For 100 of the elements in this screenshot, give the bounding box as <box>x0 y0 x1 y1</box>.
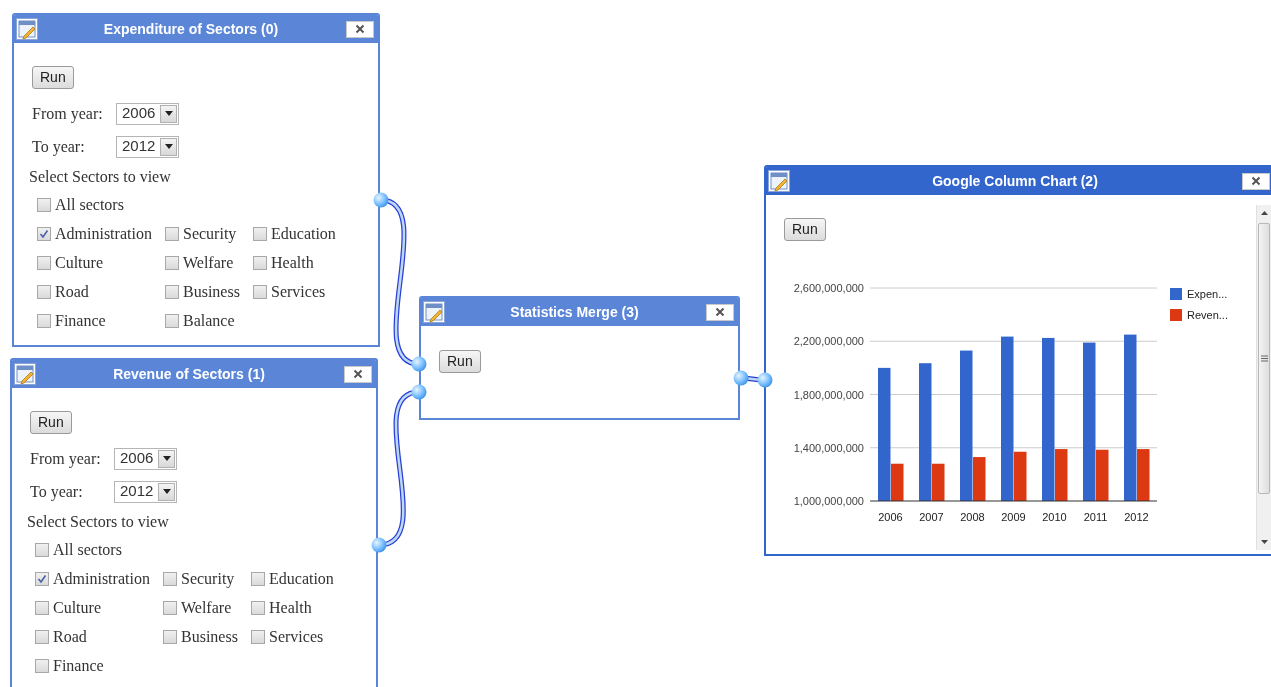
window-title: Google Column Chart (2) <box>931 171 1099 191</box>
checkbox-label: Security <box>183 223 237 245</box>
section-heading: Select Sectors to view <box>29 167 172 187</box>
select-field[interactable]: 2012 <box>114 480 178 503</box>
window-pencil-icon <box>14 363 36 385</box>
run-button[interactable]: Run <box>30 411 72 434</box>
title-bar[interactable]: Google Column Chart (2) <box>766 167 1271 195</box>
checkbox[interactable] <box>35 542 49 557</box>
checkbox[interactable] <box>35 658 49 673</box>
checkbox[interactable] <box>37 313 51 328</box>
checkbox[interactable] <box>37 284 51 299</box>
title-bar[interactable]: Expenditure of Sectors (0) <box>14 15 378 43</box>
checkbox[interactable] <box>253 284 267 299</box>
select-field[interactable]: 2006 <box>116 102 180 125</box>
window-title: Expenditure of Sectors (0) <box>102 19 280 39</box>
checkbox[interactable] <box>35 600 49 615</box>
caret-icon <box>162 489 171 494</box>
node-window[interactable]: Statistics Merge (3) Run <box>419 296 740 420</box>
checkbox-label: Health <box>271 252 314 273</box>
select-field[interactable]: 2012 <box>116 135 180 158</box>
checkbox-label: Business <box>181 626 238 647</box>
close-icon <box>1251 176 1261 186</box>
window-pencil-icon <box>423 301 445 323</box>
checkbox[interactable] <box>35 629 49 644</box>
title-bar[interactable]: Statistics Merge (3) <box>421 298 738 326</box>
axis-label: 2009 <box>1001 511 1026 523</box>
caret-icon <box>164 144 173 149</box>
checkbox-label: Administration <box>53 568 150 589</box>
checkbox-label: Services <box>269 626 324 647</box>
title-bar[interactable]: Revenue of Sectors (1) <box>12 360 376 388</box>
checkbox-label: Road <box>55 281 89 302</box>
checkbox-label: Education <box>271 223 336 244</box>
scrollbar[interactable] <box>1256 205 1271 550</box>
field-label: To year: <box>32 136 86 158</box>
checkbox-label: Health <box>269 597 312 618</box>
checkbox[interactable] <box>37 255 51 270</box>
axis-label: 2,200,000,000 <box>793 335 864 348</box>
checkbox[interactable] <box>163 600 177 615</box>
run-button[interactable]: Run <box>32 66 74 89</box>
close-button[interactable] <box>346 20 374 38</box>
checkbox-label: Balance <box>183 310 235 331</box>
axis-label: 2,600,000,000 <box>793 282 864 294</box>
checkbox[interactable] <box>165 226 179 241</box>
window-title: Revenue of Sectors (1) <box>112 364 266 384</box>
node-window[interactable]: Google Column Chart (2) Run 1,000,000,000 1,400,000,000 1,800,000,000 2,200,000,000 2,600,000,000 2006 2007 2008 2009 2010 2011 2012 Expen... Reven... <box>764 165 1271 556</box>
node-window[interactable]: Revenue of Sectors (1) Run From year: 2006 To year: 2012 Select Sectors to view All sectors Administration Security Education Culture Welfare Health Road Business Services Finance <box>10 358 378 687</box>
checkbox[interactable] <box>251 600 265 615</box>
field-label: From year: <box>32 103 104 125</box>
window-pencil-icon <box>16 18 38 40</box>
checkbox-label: Culture <box>55 252 103 273</box>
checkbox-label: Culture <box>53 597 101 618</box>
checkbox-label: Welfare <box>183 252 234 273</box>
checkbox-label: Finance <box>55 310 106 331</box>
checkbox-label: Road <box>53 626 87 647</box>
legend-swatch <box>1170 288 1182 300</box>
checkbox-label: Welfare <box>181 597 232 618</box>
axis-label: 1,400,000,000 <box>793 441 864 454</box>
checkbox[interactable] <box>165 313 179 328</box>
close-icon <box>353 369 363 379</box>
close-icon <box>715 307 725 317</box>
close-button[interactable] <box>344 365 372 383</box>
checkbox[interactable] <box>165 255 179 270</box>
select-field[interactable]: 2006 <box>114 447 178 470</box>
checkbox-label: Finance <box>53 655 104 676</box>
checkbox[interactable] <box>251 629 265 644</box>
checkbox[interactable] <box>163 571 177 586</box>
run-button[interactable]: Run <box>439 350 481 373</box>
legend-swatch <box>1170 309 1182 321</box>
caret-icon <box>162 456 171 461</box>
checkbox-label: Business <box>183 281 240 302</box>
field-label: From year: <box>30 448 102 470</box>
checkbox[interactable] <box>251 571 265 586</box>
caret-icon <box>164 111 173 116</box>
checkbox[interactable] <box>253 255 267 270</box>
scrollbar-thumb[interactable] <box>1258 223 1270 494</box>
axis-label: 2011 <box>1083 511 1108 523</box>
close-button[interactable] <box>706 303 734 321</box>
checkbox[interactable] <box>253 226 267 241</box>
field-label: To year: <box>30 481 84 503</box>
checkbox-label: Education <box>269 568 334 589</box>
checkbox-label: All sectors <box>55 194 124 215</box>
checkbox[interactable] <box>37 226 51 241</box>
checkbox[interactable] <box>37 197 51 212</box>
axis-label: 1,000,000,000 <box>793 495 864 507</box>
checkbox-label: Administration <box>55 223 152 244</box>
window-title: Statistics Merge (3) <box>509 302 640 322</box>
close-button[interactable] <box>1242 172 1270 190</box>
checkbox[interactable] <box>165 284 179 299</box>
checkbox-label: Security <box>181 568 235 590</box>
axis-label: 2007 <box>919 511 944 523</box>
axis-label: 2006 <box>878 511 903 523</box>
checkbox-label: All sectors <box>53 539 122 560</box>
axis-label: 2008 <box>960 511 985 523</box>
checkbox[interactable] <box>163 629 177 644</box>
node-window[interactable]: Expenditure of Sectors (0) Run From year: 2006 To year: 2012 Select Sectors to view All sectors Administration Security Education Culture Welfare Health Road Business Services Finance Balance <box>12 13 380 347</box>
axis-label: 2010 <box>1042 511 1067 523</box>
window-pencil-icon <box>768 170 790 192</box>
run-button[interactable]: Run <box>784 218 826 241</box>
checkbox[interactable] <box>35 571 49 586</box>
legend-label: Reven... <box>1187 309 1228 321</box>
